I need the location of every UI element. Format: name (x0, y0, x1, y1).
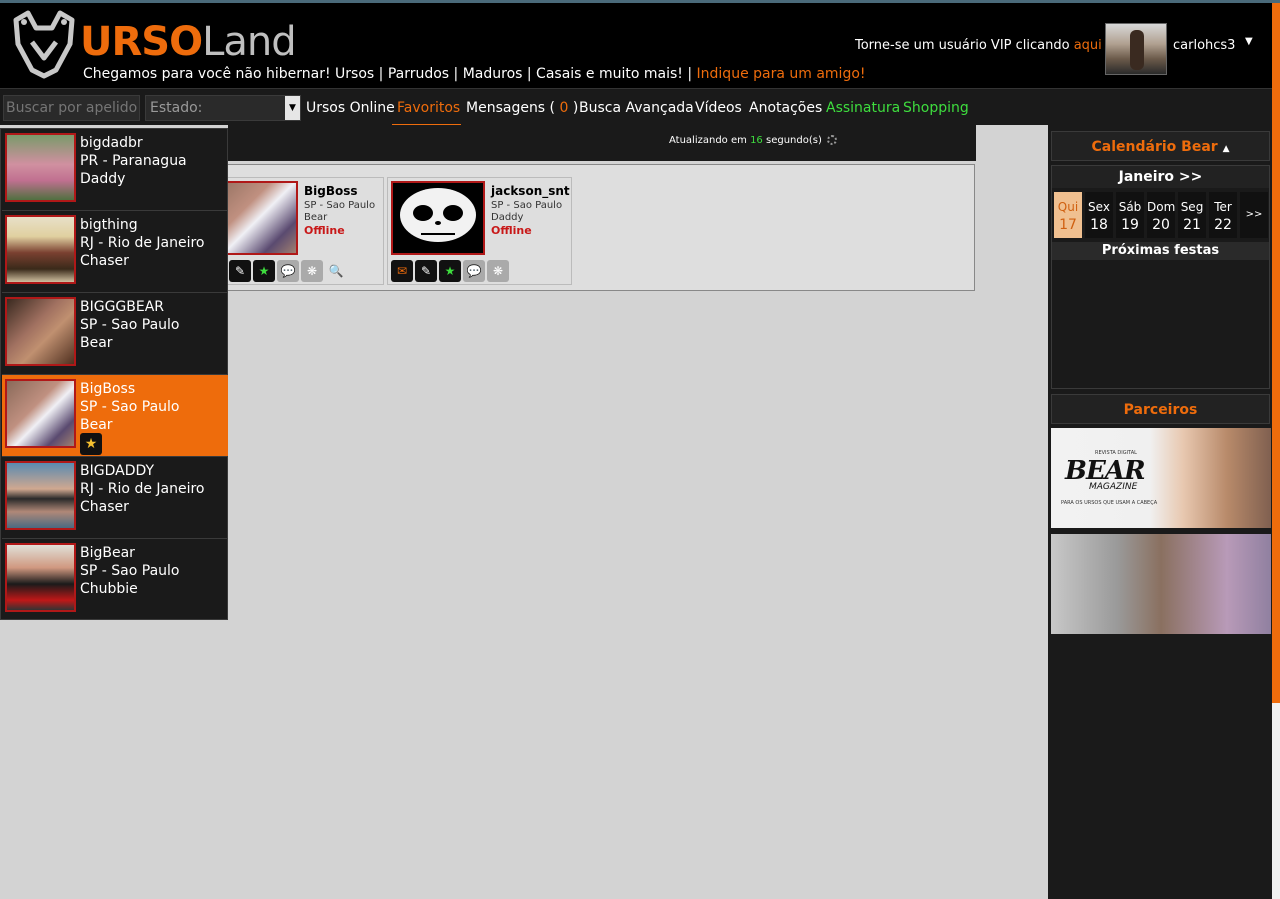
logo-text[interactable]: URSOLand (80, 18, 297, 66)
bear-logo-icon[interactable] (8, 8, 80, 80)
profile-status: Offline (491, 224, 532, 237)
profile-name: bigthing (80, 217, 138, 233)
profile-location: SP - Sao Paulo (80, 563, 180, 579)
chat-icon[interactable]: 💬 (277, 260, 299, 282)
calendar-day[interactable]: Qui 17 (1054, 192, 1082, 238)
nav-shopping[interactable]: Shopping (903, 100, 969, 116)
mail-icon[interactable]: ✉ (391, 260, 413, 282)
calendar: Janeiro >> Qui 17 Sex 18 Sáb 19 Dom 20 Seg 21… (1051, 165, 1270, 389)
calendar-day[interactable]: Sex 18 (1085, 192, 1113, 238)
partners-title: Parceiros (1051, 394, 1270, 424)
calendar-day[interactable]: Seg 21 (1178, 192, 1206, 238)
partner-banner-photo[interactable] (1051, 534, 1271, 634)
profile-location: SP - Sao Paulo (491, 200, 563, 211)
profile-type: Daddy (491, 212, 524, 223)
messages-count: 0 (559, 100, 569, 116)
list-item[interactable]: BIGDADDY RJ - Rio de Janeiro Chaser (2, 457, 228, 539)
profile-name: BigBoss (80, 381, 136, 397)
magnifier-icon[interactable]: 🔍 (325, 260, 347, 282)
profile-photo[interactable] (5, 215, 76, 284)
profile-type: Chubbie (80, 581, 138, 597)
star-icon[interactable]: ★ (439, 260, 461, 282)
profile-location: SP - Sao Paulo (80, 317, 180, 333)
pencil-icon[interactable]: ✎ (415, 260, 437, 282)
list-item[interactable]: bigdadbr PR - Paranagua Daddy (2, 129, 228, 211)
star-icon: ★ (80, 433, 102, 455)
profile-photo[interactable] (5, 543, 76, 612)
search-results-dropdown: bigdadbr PR - Paranagua Daddy bigthing RJ -… (0, 128, 228, 620)
profile-type: Bear (80, 335, 113, 351)
vip-promo: Torne-se um usuário VIP clicando aqui (855, 38, 1102, 53)
refresh-status: Atualizando em 16 segundo(s) (669, 135, 838, 146)
paw-icon[interactable]: ❋ (487, 260, 509, 282)
nav-busca-avancada[interactable]: Busca Avançada (579, 100, 694, 116)
main-nav: Estado:▼ Ursos Online Favoritos Mensagen… (0, 88, 1272, 126)
nav-favoritos[interactable]: Favoritos (397, 100, 460, 116)
nav-anotacoes[interactable]: Anotações (749, 100, 822, 116)
favorites-header: Atualizando em 16 segundo(s) (228, 125, 976, 161)
nav-ursos-online[interactable]: Ursos Online (306, 100, 395, 116)
chevron-down-icon[interactable]: ▼ (285, 96, 300, 120)
right-sidebar: Calendário Bear ▲ Janeiro >> Qui 17 Sex 18… (1048, 125, 1272, 899)
estado-select[interactable]: Estado: ▼ (145, 95, 301, 121)
profile-photo[interactable] (391, 181, 485, 255)
profile-photo[interactable] (5, 461, 76, 530)
profile-type: Bear (304, 212, 328, 223)
partner-banner-bear-magazine[interactable]: REVISTA DIGITAL BEAR MAGAZINE PARA OS UR… (1051, 428, 1271, 528)
calendar-day[interactable]: Dom 20 (1147, 192, 1175, 238)
profile-name: BigBear (80, 545, 135, 561)
calendar-month[interactable]: Janeiro >> (1052, 166, 1269, 188)
nav-videos[interactable]: Vídeos (695, 100, 742, 116)
caret-up-icon: ▲ (1222, 144, 1230, 154)
list-item[interactable]: BIGGGBEAR SP - Sao Paulo Bear (2, 293, 228, 375)
calendar-day[interactable]: Sáb 19 (1116, 192, 1144, 238)
list-item[interactable]: bigthing RJ - Rio de Janeiro Chaser (2, 211, 228, 293)
profile-type: Daddy (80, 171, 126, 187)
calendar-next-button[interactable]: >> (1240, 192, 1268, 238)
profile-type: Chaser (80, 253, 129, 269)
favorite-card[interactable]: jackson_snt SP - Sao Paulo Daddy Offline… (387, 177, 572, 285)
chat-icon[interactable]: 💬 (463, 260, 485, 282)
profile-name[interactable]: BigBoss (304, 184, 358, 198)
profile-photo[interactable] (5, 297, 76, 366)
list-item-selected[interactable]: BigBoss SP - Sao Paulo Bear ★ (2, 375, 228, 457)
profile-name: bigdadbr (80, 135, 143, 151)
page-right-edge (1272, 3, 1280, 703)
profile-type: Bear (80, 417, 113, 433)
profile-photo[interactable] (5, 379, 76, 448)
profile-location: RJ - Rio de Janeiro (80, 235, 205, 251)
profile-location: PR - Paranagua (80, 153, 187, 169)
profile-name[interactable]: jackson_snt (491, 184, 570, 198)
invite-friend-link[interactable]: Indique para um amigo! (697, 66, 866, 82)
tagline: Chegamos para você não hibernar! Ursos |… (83, 66, 866, 82)
profile-location: RJ - Rio de Janeiro (80, 481, 205, 497)
star-icon[interactable]: ★ (253, 260, 275, 282)
loading-spinner-icon (827, 135, 838, 145)
profile-photo[interactable] (5, 133, 76, 202)
profile-location: SP - Sao Paulo (80, 399, 180, 415)
paw-icon[interactable]: ❋ (301, 260, 323, 282)
vip-link[interactable]: aqui (1074, 38, 1102, 53)
skull-icon (400, 188, 476, 242)
profile-name: BIGDADDY (80, 463, 155, 479)
user-menu-caret-icon[interactable]: ▼ (1245, 36, 1253, 47)
pencil-icon[interactable]: ✎ (229, 260, 251, 282)
nav-mensagens[interactable]: Mensagens ( 0 ) (466, 100, 578, 116)
profile-location: SP - Sao Paulo (304, 200, 376, 211)
profile-type: Chaser (80, 499, 129, 515)
profile-name: BIGGGBEAR (80, 299, 165, 315)
user-avatar[interactable] (1105, 23, 1167, 75)
profile-status: Offline (304, 224, 345, 237)
page-right-edge-lower (1272, 703, 1280, 899)
nav-assinatura[interactable]: Assinatura (826, 100, 900, 116)
username[interactable]: carlohcs3 (1173, 38, 1235, 53)
site-header: URSOLand Chegamos para você não hibernar… (0, 3, 1272, 88)
calendar-title[interactable]: Calendário Bear ▲ (1051, 131, 1270, 161)
upcoming-parties-title: Próximas festas (1052, 242, 1269, 260)
search-input[interactable] (3, 95, 140, 121)
list-item[interactable]: BigBear SP - Sao Paulo Chubbie (2, 539, 228, 621)
calendar-day[interactable]: Ter 22 (1209, 192, 1237, 238)
